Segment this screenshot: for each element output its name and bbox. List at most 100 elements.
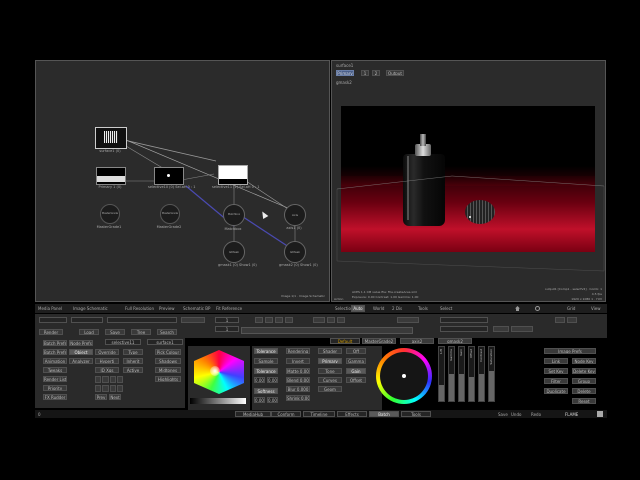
node-key-button[interactable]: Node Key	[572, 358, 596, 364]
toolbar-preview[interactable]: Preview	[159, 306, 175, 311]
play-back-button[interactable]	[275, 317, 283, 323]
node-axis[interactable]: Axis	[284, 204, 306, 226]
step-back-button[interactable]	[265, 317, 273, 323]
slider-saturation[interactable]: Saturation	[488, 346, 495, 402]
priority-button[interactable]: Priority	[43, 385, 67, 391]
toolbar-media-panel[interactable]: Media Panel	[38, 306, 62, 311]
tab-effects[interactable]: Effects	[337, 411, 367, 417]
inherit-button[interactable]: Inherit	[123, 358, 143, 364]
softness-button[interactable]: Softness	[254, 388, 278, 394]
soft-value-2[interactable]: 0.00	[267, 397, 278, 403]
render-list-button[interactable]: Render List	[43, 376, 67, 382]
mode-field[interactable]	[440, 317, 488, 323]
node-mastergrade1[interactable]: MasterGrade	[100, 204, 120, 224]
group-button[interactable]: Group	[572, 378, 596, 384]
node-prefs-button[interactable]: Node Prefs	[69, 340, 93, 346]
highlights-button[interactable]: Highlights	[155, 376, 181, 382]
colour-wheel[interactable]	[376, 348, 432, 404]
toolbar-tools[interactable]: Tools	[418, 306, 428, 311]
toolbar-world[interactable]: World	[373, 306, 384, 311]
reset-button[interactable]: Reset	[572, 398, 596, 404]
slider-offset[interactable]: Offset	[468, 346, 475, 402]
blend-field[interactable]: Blend 0.00	[286, 377, 310, 383]
batch-prefs-button[interactable]: Batch Prefs	[43, 340, 67, 346]
node-selective10[interactable]	[154, 167, 184, 185]
curves-button[interactable]: Curves	[318, 377, 342, 383]
shadows-button[interactable]: Shadows	[155, 358, 181, 364]
schematic-panel[interactable]: surface1 (0) Primary 1 (0) selective10 (…	[35, 60, 330, 302]
any-dropdown[interactable]	[181, 317, 205, 323]
colour-picker[interactable]	[188, 346, 250, 410]
set-key-button[interactable]: Set Key	[544, 368, 568, 374]
node-gmask1[interactable]: GMask	[223, 241, 245, 263]
save-button-r[interactable]	[567, 317, 577, 323]
active-button[interactable]: Active	[123, 367, 143, 373]
process-button[interactable]	[511, 326, 533, 332]
next-button[interactable]: Next	[109, 394, 121, 400]
keypad[interactable]	[95, 376, 123, 392]
animation-button[interactable]: Animation	[43, 358, 67, 364]
save-label[interactable]: Save	[498, 412, 508, 417]
prev-button[interactable]: Prev	[95, 394, 107, 400]
node-surface1[interactable]	[95, 127, 127, 149]
gear-icon[interactable]	[535, 306, 540, 311]
toolbar-full-resolution[interactable]: Full Resolution	[125, 306, 154, 311]
tab-axis2[interactable]: axis2	[400, 338, 434, 344]
tree-button[interactable]: Tree	[131, 329, 151, 335]
tab-conform[interactable]: Conform	[271, 411, 301, 417]
load-button[interactable]: Load	[79, 329, 99, 335]
image-prefs-button[interactable]: Image Prefs	[544, 348, 596, 354]
sample-button[interactable]: Sample	[254, 358, 278, 364]
tol-value-2[interactable]: 0.00	[267, 377, 278, 383]
matte-field[interactable]: Matte 0.00	[286, 368, 310, 374]
filter-button[interactable]: Filter	[544, 378, 568, 384]
type-button[interactable]: Type	[123, 349, 143, 355]
tone-button[interactable]: Tone	[318, 368, 342, 374]
slider-lift[interactable]: Lift	[438, 346, 445, 402]
toolbar-auto[interactable]: Auto	[351, 305, 365, 312]
node-search-field[interactable]	[107, 317, 177, 323]
node-mastergrade2[interactable]: MasterGrade	[160, 204, 180, 224]
viewer-panel[interactable]: surface1 Primary 1 2 Output gmask2 Actio…	[331, 60, 606, 302]
end-frame-field[interactable]: 1	[215, 326, 239, 332]
go-start-button[interactable]	[255, 317, 263, 323]
shader-button[interactable]: Shader	[318, 348, 342, 354]
node-name-field-2[interactable]: surface1	[147, 339, 183, 345]
delete-key-button[interactable]: Delete Key	[572, 368, 596, 374]
timeline-scrubber[interactable]	[241, 327, 413, 334]
load-button-r[interactable]	[555, 317, 565, 323]
object-field[interactable]	[440, 326, 488, 332]
link-button[interactable]: Link	[544, 358, 568, 364]
node-primary[interactable]	[96, 167, 126, 185]
gain-button[interactable]: Gain	[346, 368, 366, 374]
undo-label[interactable]: Undo	[511, 412, 521, 417]
redo-label[interactable]: Redo	[531, 412, 541, 417]
tab-timeline[interactable]: Timeline	[303, 411, 335, 417]
slider-contrast[interactable]: Contrast	[478, 346, 485, 402]
node-prefs-2[interactable]: Batch Prefs	[43, 349, 67, 355]
stop-button[interactable]	[285, 317, 293, 323]
tweaks-button[interactable]: Tweaks	[43, 367, 67, 373]
hyperti-button[interactable]: Hyperti	[95, 358, 119, 364]
analyzer-button[interactable]: Analyzer	[69, 358, 93, 364]
toolbar-2dis[interactable]: 2 Dis	[392, 306, 402, 311]
tab-default[interactable]: Default	[330, 338, 360, 344]
rendering-button[interactable]: Rendering	[286, 348, 310, 354]
blur-field[interactable]: Blur 0.000	[286, 386, 310, 392]
toolbar-fit-reference[interactable]: Fit Reference	[216, 306, 242, 311]
toolbar-grid[interactable]: Grid	[567, 306, 575, 311]
options-dropdown[interactable]	[397, 317, 419, 323]
midtones-button[interactable]: Midtones	[155, 367, 181, 373]
tab-gmask2[interactable]: gmask2	[438, 338, 472, 344]
pick-colour-button[interactable]: Pick Colour	[155, 349, 181, 355]
off-button[interactable]: Off	[346, 348, 366, 354]
tolerance-button-2[interactable]: Tolerance	[254, 368, 278, 374]
delete-button[interactable]: Delete	[572, 388, 596, 394]
soft-value-1[interactable]: 0.00	[254, 397, 265, 403]
gamma-button[interactable]: Gamma	[346, 358, 366, 364]
save-button[interactable]: Save	[105, 329, 125, 335]
search-field-1[interactable]	[39, 317, 67, 323]
id-xgs-button[interactable]: ID Xgs	[95, 367, 119, 373]
play-button[interactable]	[313, 317, 325, 323]
geom-button[interactable]: Geom	[318, 386, 342, 392]
